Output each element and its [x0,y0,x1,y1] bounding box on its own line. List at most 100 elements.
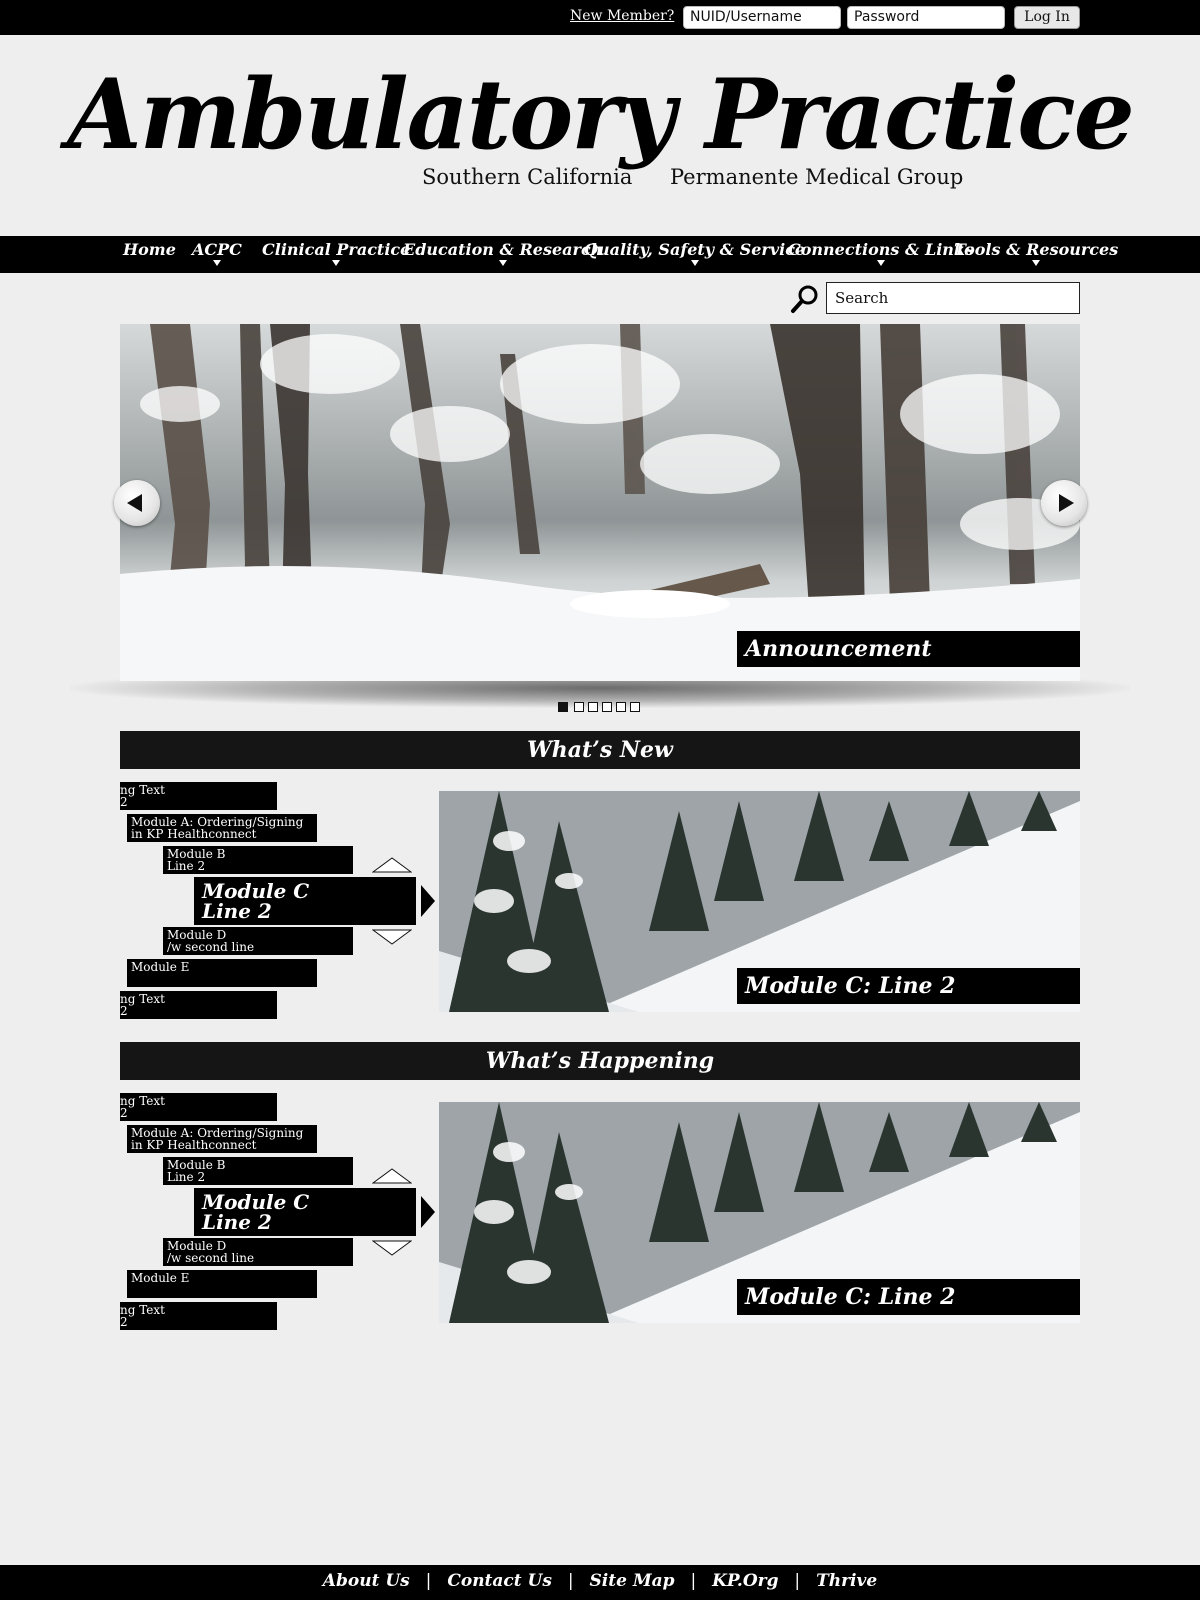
module-line: 2 [120,795,128,809]
module-line: 2 [120,1004,128,1018]
footer-separator: | [794,1571,801,1591]
module-line: Line 2 [167,859,206,873]
hero-prev-button[interactable] [114,480,160,526]
nav-item-education-research[interactable]: Education & Research [403,240,603,266]
whats-happening-header: What’s Happening [120,1042,1080,1080]
hero-caption[interactable]: Announcement [737,631,1080,667]
module-line: ng Text [120,783,165,797]
snowy-forest-image [120,324,1080,681]
module-item-b[interactable]: Module B Line 2 [163,846,353,874]
slide-dot-4[interactable] [602,702,612,712]
whats-happening-feature-image[interactable]: Module C: Line 2 [439,1102,1080,1323]
module-item-partial-top[interactable]: ng Text 2 [120,1093,277,1121]
module-item-partial-top[interactable]: ng Text 2 [120,782,277,810]
nav-item-label: Connections & Links [788,240,975,259]
nav-item-tools-resources[interactable]: Tools & Resources [954,240,1119,266]
module-item-partial-bottom[interactable]: ng Text 2 [120,991,277,1019]
module-line: 2 [120,1315,128,1329]
search-input[interactable]: Search [826,282,1080,314]
caret-down-icon [212,260,221,266]
nav-item-label: Quality, Safety & Service [584,240,806,259]
magnifier-icon[interactable] [790,284,820,314]
site-subtitle-left: Southern California [422,165,633,189]
scroll-down-icon[interactable] [372,929,412,945]
nav-item-label: Home [123,240,176,259]
footer-link-about[interactable]: About Us [323,1571,410,1591]
main-nav: Home ACPC Clinical Practice Education & … [0,236,1200,273]
module-line: /w second line [167,1251,255,1265]
module-line: Module E [131,1271,190,1285]
footer-link-thrive[interactable]: Thrive [816,1571,877,1591]
site-subtitle-right: Permanente Medical Group [670,165,964,189]
login-button[interactable]: Log In [1014,6,1080,29]
module-item-c-selected[interactable]: Module C Line 2 [194,877,416,925]
module-item-d[interactable]: Module D /w second line [163,927,353,955]
module-item-a[interactable]: Module A: Ordering/Signing in KP Healthc… [127,1125,317,1153]
nav-item-clinical-practice[interactable]: Clinical Practice [262,240,411,266]
module-item-partial-bottom[interactable]: ng Text 2 [120,1302,277,1330]
slide-dot-2[interactable] [574,702,584,712]
arrow-right-icon [1059,494,1074,512]
slide-dot-1[interactable] [558,702,568,712]
site-logo-title[interactable]: Ambulatory Practice [0,62,1200,168]
module-line: /w second line [167,940,255,954]
caret-down-icon [690,260,699,266]
scroll-up-icon[interactable] [372,857,412,873]
caret-down-icon [1032,260,1041,266]
footer: About Us | Contact Us | Site Map | KP.Or… [0,1565,1200,1600]
footer-separator: | [425,1571,432,1591]
whats-happening-module-list: ng Text 2 Module A: Ordering/Signing in … [120,1092,440,1334]
whats-new-header: What’s New [120,731,1080,769]
nav-item-home[interactable]: Home [123,240,176,259]
caret-down-icon [877,260,885,266]
footer-links: About Us | Contact Us | Site Map | KP.Or… [323,1571,877,1591]
module-line: Module C [202,1190,310,1214]
module-line: in KP Healthconnect [131,1138,257,1152]
arrow-left-icon [127,494,142,512]
module-item-a[interactable]: Module A: Ordering/Signing in KP Healthc… [127,814,317,842]
footer-separator: | [567,1571,574,1591]
top-login-bar: New Member? NUID/Username Password Log I… [0,0,1200,35]
module-item-d[interactable]: Module D /w second line [163,1238,353,1266]
whats-new-module-list: ng Text 2 Module A: Ordering/Signing in … [120,781,440,1023]
selected-pointer-icon [421,1196,435,1228]
password-input[interactable]: Password [847,6,1005,29]
nav-item-label: Clinical Practice [262,240,411,259]
module-line: in KP Healthconnect [131,827,257,841]
feature-caption[interactable]: Module C: Line 2 [737,968,1080,1004]
nav-item-quality-safety-service[interactable]: Quality, Safety & Service [584,240,806,266]
module-item-e[interactable]: Module E [127,1270,317,1298]
nav-item-label: Tools & Resources [954,240,1119,259]
feature-caption[interactable]: Module C: Line 2 [737,1279,1080,1315]
nav-item-connections-links[interactable]: Connections & Links [788,240,975,266]
module-item-e[interactable]: Module E [127,959,317,987]
slide-dot-3[interactable] [588,702,598,712]
caret-down-icon [498,260,507,266]
module-line: ng Text [120,1094,165,1108]
nav-item-acpc[interactable]: ACPC [192,240,242,266]
slide-dot-6[interactable] [630,702,640,712]
module-line: ng Text [120,1303,165,1317]
nav-item-label: ACPC [192,240,242,259]
username-input[interactable]: NUID/Username [683,6,841,29]
module-line: Line 2 [202,1210,272,1234]
footer-link-contact[interactable]: Contact Us [447,1571,552,1591]
selected-pointer-icon [421,885,435,917]
hero-next-button[interactable] [1041,480,1087,526]
module-item-c-selected[interactable]: Module C Line 2 [194,1188,416,1236]
scroll-up-icon[interactable] [372,1168,412,1184]
new-member-link[interactable]: New Member? [570,8,674,24]
whats-new-feature-image[interactable]: Module C: Line 2 [439,791,1080,1012]
scroll-down-icon[interactable] [372,1240,412,1256]
footer-link-kporg[interactable]: KP.Org [712,1571,778,1591]
module-item-b[interactable]: Module B Line 2 [163,1157,353,1185]
module-line: Line 2 [202,899,272,923]
footer-separator: | [690,1571,697,1591]
caret-down-icon [332,260,341,266]
module-line: ng Text [120,992,165,1006]
hero-slideshow[interactable]: Announcement [120,324,1080,681]
module-line: Module C [202,879,310,903]
footer-link-sitemap[interactable]: Site Map [590,1571,675,1591]
nav-item-label: Education & Research [403,240,603,259]
slide-dot-5[interactable] [616,702,626,712]
